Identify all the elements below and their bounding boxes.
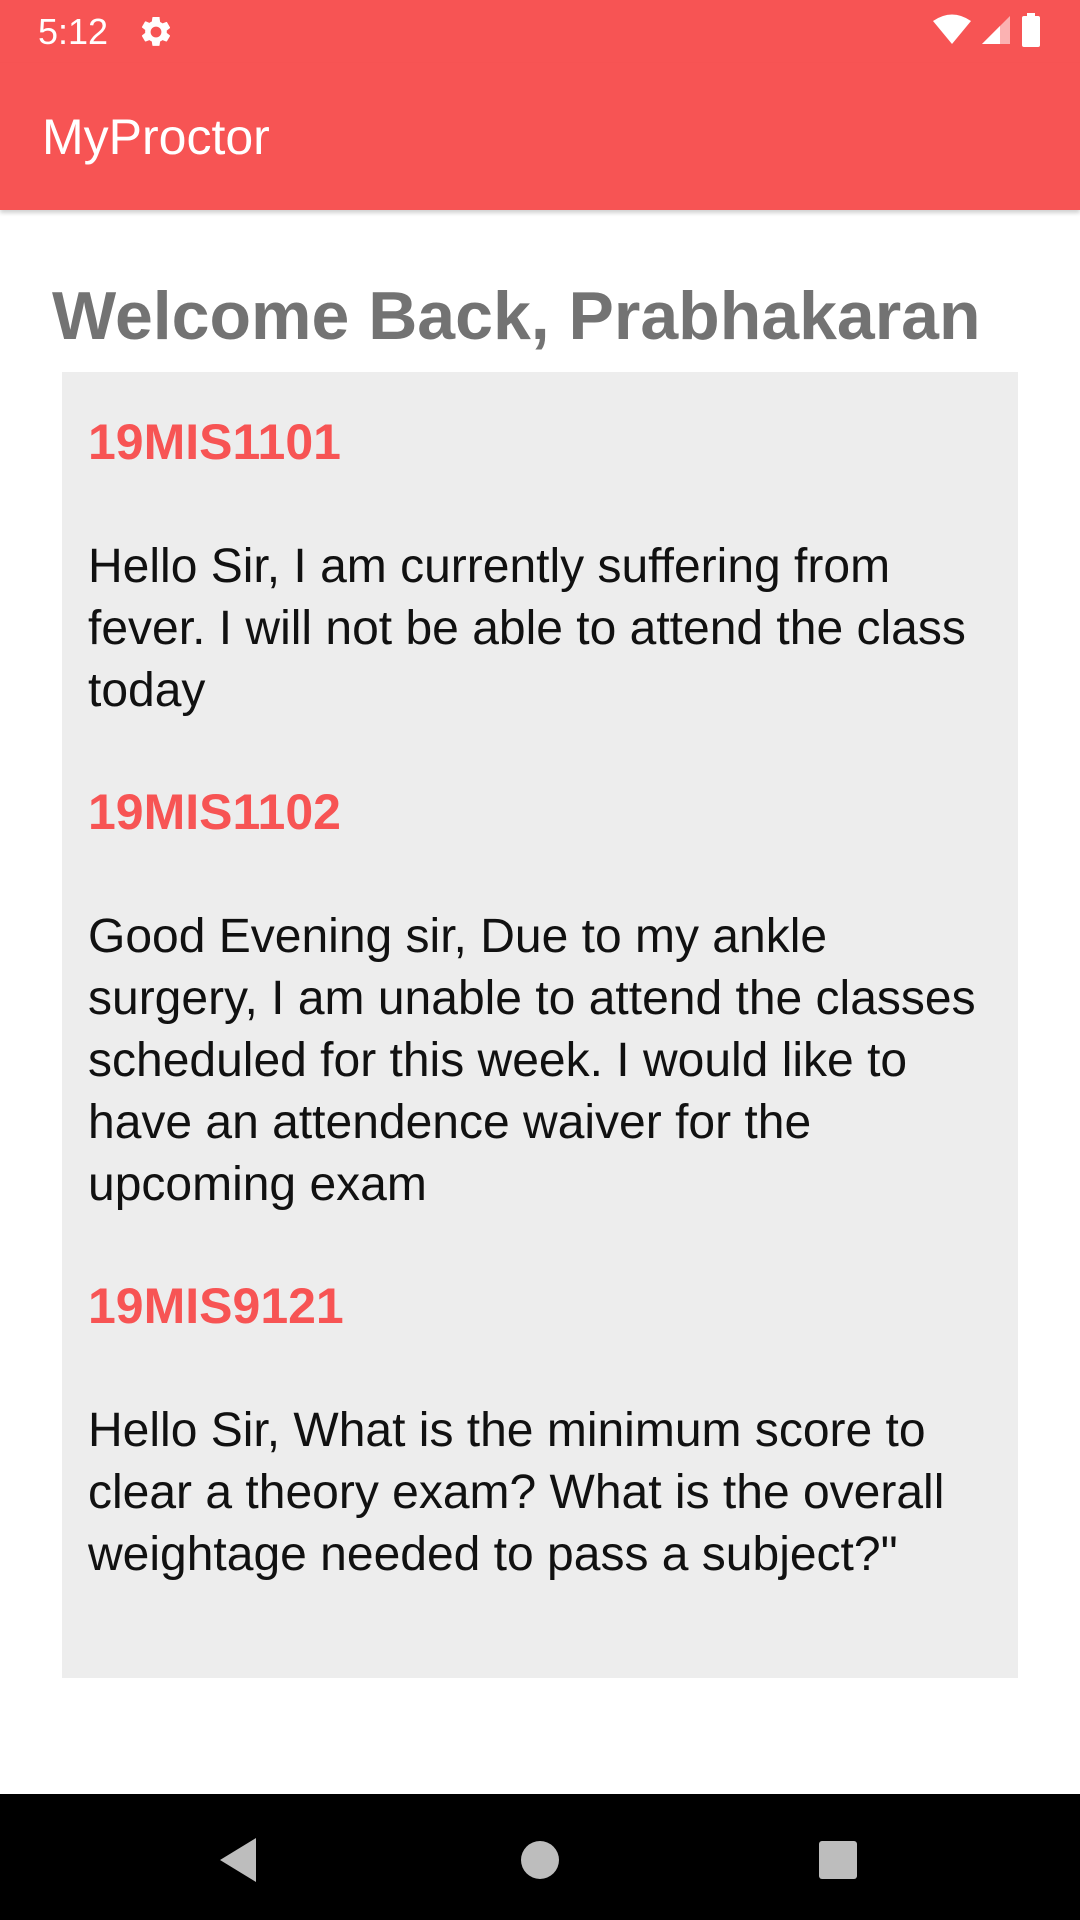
screen: 5:12 MyProctor Welcome Back, Prabhakaran… bbox=[0, 0, 1080, 1920]
messages-card: 19MIS1101 Hello Sir, I am currently suff… bbox=[62, 372, 1018, 1678]
student-id: 19MIS9121 bbox=[88, 1278, 344, 1334]
message-item: 19MIS9121 Hello Sir, What is the minimum… bbox=[88, 1276, 992, 1586]
message-item: 19MIS1101 Hello Sir, I am currently suff… bbox=[88, 412, 992, 722]
gear-icon bbox=[138, 14, 174, 50]
message-text: Hello Sir, What is the minimum score to … bbox=[88, 1404, 945, 1581]
status-time: 5:12 bbox=[38, 11, 109, 52]
message-item: 19MIS1102 Good Evening sir, Due to my an… bbox=[88, 782, 992, 1216]
welcome-heading: Welcome Back, Prabhakaran bbox=[52, 278, 981, 354]
wifi-icon bbox=[932, 14, 972, 51]
student-id: 19MIS1101 bbox=[88, 414, 341, 470]
navigation-bar bbox=[0, 1794, 1080, 1920]
app-bar: MyProctor bbox=[0, 63, 1080, 210]
recents-icon[interactable] bbox=[808, 1830, 868, 1890]
message-text: Good Evening sir, Due to my ankle surger… bbox=[88, 910, 976, 1211]
message-text: Hello Sir, I am currently suffering from… bbox=[88, 540, 966, 717]
status-icons bbox=[932, 12, 1042, 52]
battery-icon bbox=[1020, 12, 1042, 52]
student-id: 19MIS1102 bbox=[88, 784, 341, 840]
home-icon[interactable] bbox=[510, 1830, 570, 1890]
app-title: MyProctor bbox=[42, 109, 270, 165]
status-bar: 5:12 bbox=[0, 0, 1080, 63]
signal-icon bbox=[980, 14, 1012, 51]
back-icon[interactable] bbox=[208, 1830, 268, 1890]
